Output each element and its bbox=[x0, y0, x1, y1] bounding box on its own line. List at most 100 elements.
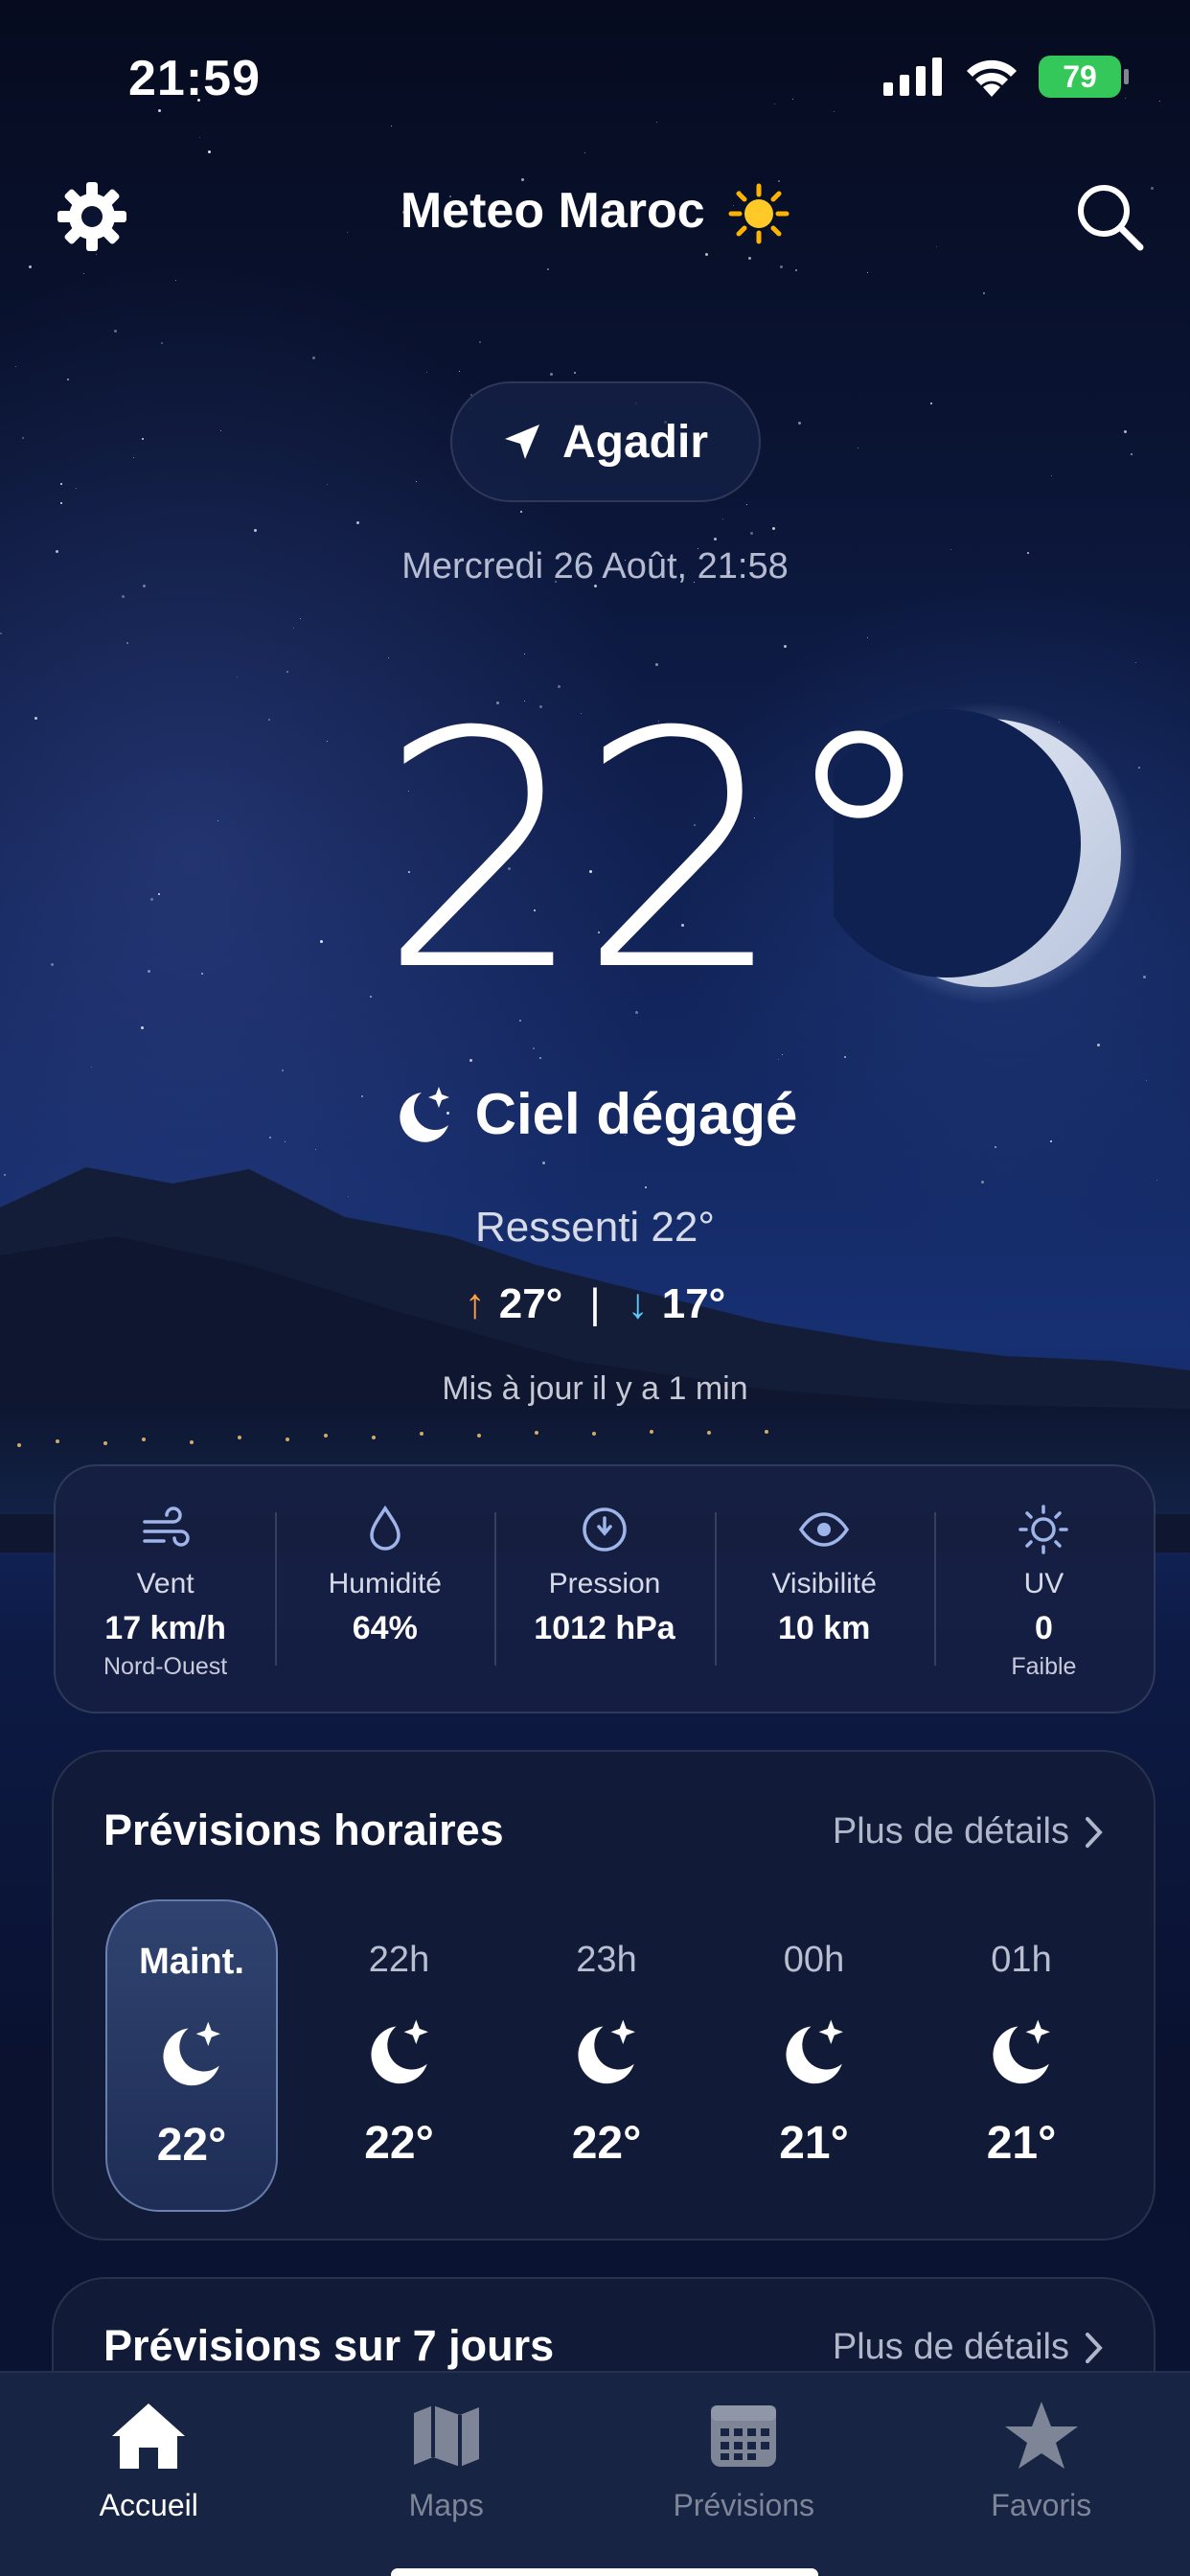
tab-label: Maps bbox=[408, 2488, 484, 2522]
star bbox=[524, 654, 525, 655]
current-condition: Ciel dégagé bbox=[0, 1081, 1190, 1147]
metric-value: 0 bbox=[1034, 1610, 1053, 1646]
star bbox=[158, 893, 160, 895]
star bbox=[237, 677, 238, 678]
metric-visibility: Visibilité 10 km bbox=[714, 1466, 934, 1712]
weekly-more-details-link[interactable]: Plus de détails bbox=[833, 2327, 1104, 2368]
location-city: Agadir bbox=[561, 416, 708, 468]
map-icon bbox=[413, 2405, 479, 2467]
hour-temp: 22° bbox=[156, 2120, 227, 2171]
hour-temp: 21° bbox=[986, 2118, 1057, 2169]
home-indicator bbox=[391, 2568, 818, 2576]
metric-value: 64% bbox=[352, 1610, 418, 1646]
hour-item-01h[interactable]: 01h 21° bbox=[935, 1899, 1108, 2212]
star bbox=[426, 372, 427, 373]
star bbox=[936, 246, 937, 247]
star bbox=[356, 521, 359, 524]
moon-stars-icon bbox=[785, 2019, 843, 2084]
star bbox=[29, 265, 32, 268]
star bbox=[459, 371, 460, 372]
star bbox=[714, 538, 717, 540]
star bbox=[148, 970, 150, 973]
star bbox=[844, 1056, 846, 1058]
star bbox=[746, 504, 747, 505]
star bbox=[312, 356, 315, 359]
battery-level: 79 bbox=[1063, 58, 1097, 94]
tab-maps[interactable]: Maps bbox=[298, 2373, 596, 2576]
feels-like: Ressenti 22° bbox=[475, 1204, 715, 1251]
star bbox=[574, 372, 576, 374]
hour-item-23h[interactable]: 23h 22° bbox=[520, 1899, 693, 2212]
metric-label: Visibilité bbox=[771, 1568, 877, 1599]
metric-value: 17 km/h bbox=[104, 1610, 226, 1646]
hourly-more-details-link[interactable]: Plus de détails bbox=[833, 1811, 1104, 1852]
hour-label: 01h bbox=[991, 1940, 1052, 1980]
city-lights bbox=[17, 1430, 768, 1447]
chevron-right-icon bbox=[1086, 1816, 1103, 1848]
arrow-down-icon: ↓ bbox=[627, 1280, 649, 1327]
battery-indicator: 79 bbox=[1039, 56, 1129, 98]
tab-label: Accueil bbox=[99, 2488, 198, 2522]
star bbox=[22, 437, 24, 439]
star bbox=[83, 273, 84, 274]
tab-accueil[interactable]: Accueil bbox=[0, 2373, 298, 2576]
hourly-forecast-card: Prévisions horaires Plus de détails Main… bbox=[52, 1750, 1156, 2241]
star bbox=[784, 645, 787, 648]
metric-label: UV bbox=[1023, 1568, 1064, 1599]
star bbox=[1124, 430, 1127, 433]
current-date: Mercredi 26 Août, 21:58 bbox=[401, 546, 789, 586]
star bbox=[792, 99, 793, 100]
metric-value: 10 km bbox=[778, 1610, 871, 1646]
tab-previsions[interactable]: Prévisions bbox=[595, 2373, 893, 2576]
metric-pressure: Pression 1012 hPa bbox=[494, 1466, 714, 1712]
sun-uv-icon bbox=[1018, 1505, 1069, 1554]
metric-sub: Faible bbox=[1011, 1653, 1077, 1680]
star bbox=[1159, 101, 1160, 102]
hour-item-22h[interactable]: 22h 22° bbox=[313, 1899, 486, 2212]
search-icon[interactable] bbox=[1071, 178, 1148, 255]
current-temperature: 22° bbox=[378, 663, 941, 1043]
star bbox=[656, 122, 657, 123]
app-title-text: Meteo Maroc bbox=[400, 183, 705, 239]
star bbox=[930, 402, 932, 404]
home-icon bbox=[112, 2404, 186, 2469]
metric-sub: Nord-Ouest bbox=[103, 1653, 228, 1680]
sun-icon bbox=[728, 183, 790, 244]
status-bar-icons: 79 bbox=[883, 56, 1129, 98]
tab-favoris[interactable]: Favoris bbox=[893, 2373, 1190, 2576]
star-icon bbox=[1004, 2402, 1078, 2469]
star bbox=[96, 254, 97, 255]
star bbox=[76, 488, 77, 489]
star bbox=[133, 457, 134, 458]
star bbox=[217, 820, 218, 821]
star bbox=[521, 178, 524, 181]
eye-icon bbox=[799, 1512, 850, 1547]
hour-item-now[interactable]: Maint. 22° bbox=[105, 1899, 278, 2212]
status-bar-time: 21:59 bbox=[128, 51, 261, 106]
weather-metrics-card: Vent 17 km/h Nord-Ouest Humidité 64% Pre… bbox=[54, 1464, 1156, 1714]
star bbox=[539, 1057, 541, 1059]
tab-bar: Accueil Maps Prévisions Favoris bbox=[0, 2371, 1190, 2576]
metric-label: Pression bbox=[548, 1568, 661, 1599]
hour-item-00h[interactable]: 00h 21° bbox=[728, 1899, 901, 2212]
star bbox=[1131, 453, 1133, 455]
star bbox=[983, 292, 985, 294]
star bbox=[141, 1026, 144, 1029]
hour-temp: 22° bbox=[571, 2118, 642, 2169]
moon-stars-icon bbox=[370, 2019, 428, 2084]
star bbox=[300, 618, 301, 619]
star bbox=[51, 963, 54, 966]
star bbox=[795, 269, 797, 271]
star bbox=[286, 671, 288, 673]
high-temperature: 27° bbox=[498, 1280, 563, 1327]
separator: | bbox=[589, 1280, 601, 1327]
location-button[interactable]: Agadir bbox=[450, 381, 761, 502]
star bbox=[388, 657, 389, 658]
star bbox=[370, 996, 372, 998]
hour-label: 23h bbox=[576, 1940, 637, 1980]
app-title: Meteo Maroc bbox=[0, 182, 1190, 244]
moon-stars-icon bbox=[399, 1086, 449, 1142]
star bbox=[199, 137, 200, 138]
metric-label: Vent bbox=[136, 1568, 195, 1599]
star bbox=[1135, 662, 1136, 663]
